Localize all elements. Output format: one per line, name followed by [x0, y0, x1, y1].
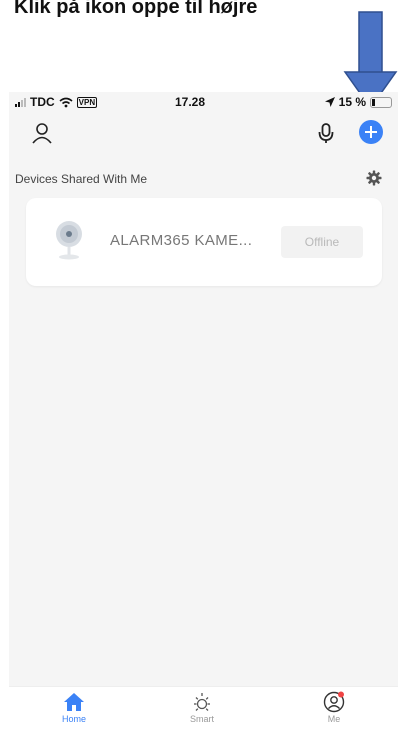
status-time: 17.28 — [175, 95, 206, 109]
tab-home[interactable]: Home — [44, 691, 104, 729]
gear-icon[interactable] — [366, 170, 382, 186]
carrier-name: TDC — [30, 95, 55, 109]
tab-bar: Home Smart Me — [9, 686, 398, 731]
device-name: ALARM365 KAME... — [110, 232, 253, 249]
tab-label-smart: Smart — [189, 714, 214, 724]
location-arrow-icon — [324, 97, 335, 107]
microphone-icon[interactable] — [313, 120, 339, 146]
section-title: Devices Shared With Me — [15, 172, 148, 186]
user-circle-icon — [323, 691, 345, 713]
camera-icon — [56, 221, 82, 260]
status-badge: Offline — [281, 226, 363, 258]
battery-percent: 15 % — [338, 95, 366, 109]
shared-devices-header: Devices Shared With Me — [9, 170, 398, 190]
instruction-caption: Klik på ikon oppe til højre — [14, 0, 258, 18]
add-device-button[interactable] — [359, 120, 383, 144]
status-right: 15 % — [324, 95, 392, 109]
tab-label-me: Me — [327, 714, 341, 724]
signal-icon — [15, 97, 26, 107]
wifi-icon — [59, 97, 73, 107]
profile-icon[interactable] — [29, 120, 55, 146]
home-icon — [64, 693, 84, 711]
tab-smart[interactable]: Smart — [172, 691, 232, 729]
device-card[interactable]: ALARM365 KAME... Offline — [26, 198, 382, 286]
battery-icon — [370, 96, 392, 108]
sun-icon — [194, 693, 210, 711]
vpn-badge: VPN — [76, 96, 98, 108]
notification-dot — [338, 691, 344, 698]
tab-label-home: Home — [61, 714, 86, 724]
status-left: TDC VPN — [15, 95, 98, 109]
top-bar — [9, 116, 398, 152]
tab-me[interactable]: Me — [304, 691, 364, 729]
phone-screen: TDC VPN 17.28 15 % Devices Shared With M… — [9, 92, 398, 731]
status-bar: TDC VPN 17.28 15 % — [9, 92, 398, 112]
